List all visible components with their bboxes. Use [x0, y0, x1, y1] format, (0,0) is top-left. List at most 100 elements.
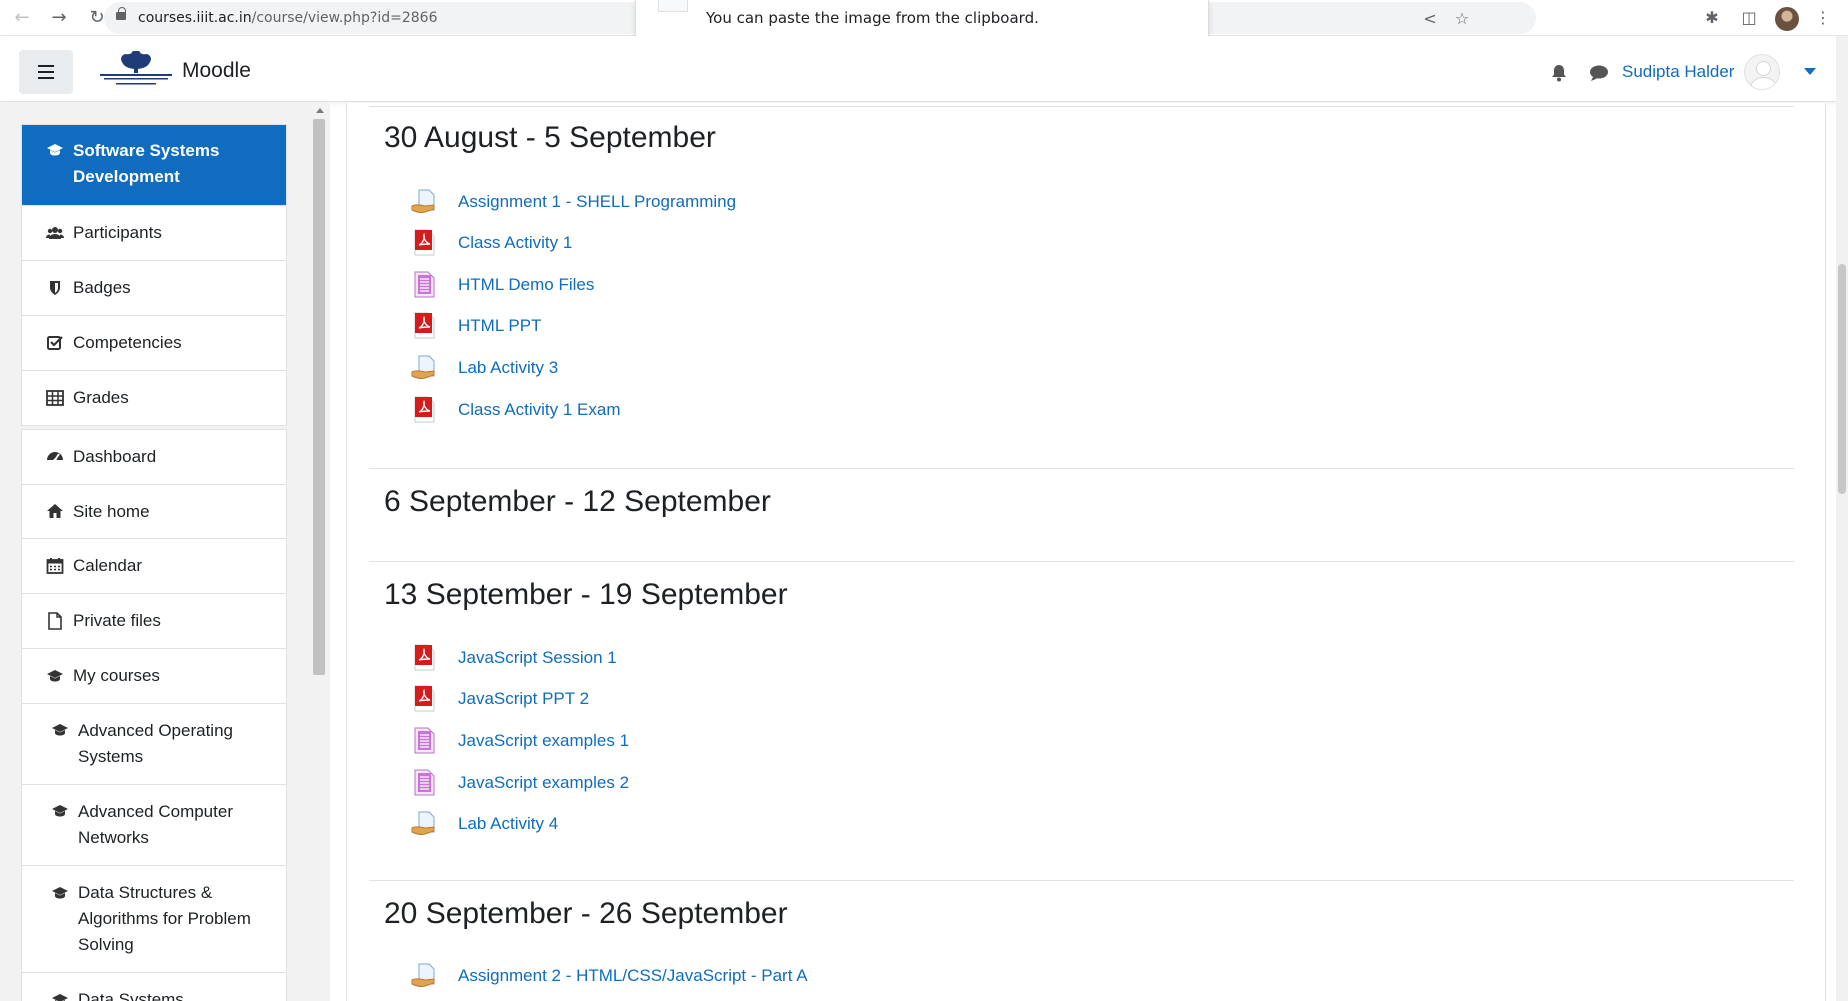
table-icon — [46, 389, 64, 407]
url-text[interactable]: courses.iiit.ac.in/course/view.php?id=28… — [138, 10, 438, 26]
nav-item-site-home[interactable]: Site home — [22, 485, 286, 539]
graduation-cap-icon — [51, 721, 69, 739]
check-square-icon — [46, 334, 64, 352]
activity-link[interactable]: Class Activity 1 Exam — [458, 400, 621, 420]
archive-icon — [414, 769, 435, 796]
nav-item-participants[interactable]: Participants — [22, 206, 286, 261]
nav-item-label: Grades — [73, 388, 129, 407]
activity-link[interactable]: JavaScript examples 1 — [458, 731, 629, 751]
extensions-puzzle-icon[interactable]: ✱ — [1701, 7, 1723, 29]
nav-drawer: Software Systems Development Participant… — [0, 103, 330, 1001]
share-icon[interactable]: < — [1420, 9, 1440, 29]
shield-icon — [46, 279, 64, 297]
activity-link[interactable]: HTML Demo Files — [458, 275, 594, 295]
url-host: courses.iiit.ac.in — [138, 10, 252, 26]
calendar-icon — [46, 557, 64, 575]
pdf-icon — [414, 312, 435, 339]
user-menu-name[interactable]: Sudipta Halder — [1622, 62, 1734, 82]
moodle-navbar: Moodle Sudipta Halder — [0, 36, 1836, 102]
drawer-scrollbar[interactable] — [312, 103, 326, 1001]
bookmark-star-icon[interactable]: ☆ — [1452, 9, 1472, 29]
home-icon — [46, 502, 64, 520]
nav-item-dashboard[interactable]: Dashboard — [22, 430, 286, 485]
course-section: 6 September - 12 September — [369, 468, 1794, 561]
nav-item-label: Participants — [73, 223, 162, 242]
chevron-down-icon[interactable] — [1804, 68, 1816, 75]
side-panel-icon[interactable]: ◫ — [1738, 7, 1760, 29]
graduation-cap-icon — [46, 667, 64, 685]
nav-item-badges[interactable]: Badges — [22, 261, 286, 316]
page-scrollbar[interactable] — [1836, 36, 1848, 1001]
site-nav-group: Dashboard Site home Calendar Private fil… — [21, 429, 287, 1001]
nav-item-calendar[interactable]: Calendar — [22, 539, 286, 594]
graduation-cap-icon — [51, 802, 69, 820]
archive-icon — [414, 727, 435, 754]
nav-item-competencies[interactable]: Competencies — [22, 316, 286, 371]
pdf-icon — [414, 229, 435, 256]
course-nav-group: Software Systems Development Participant… — [21, 124, 287, 426]
nav-item-advanced-computer-networks[interactable]: Advanced Computer Networks — [22, 785, 286, 866]
course-section: 30 August - 5 September Assignment 1 - S… — [369, 106, 1794, 468]
nav-item-advanced-operating-systems[interactable]: Advanced Operating Systems — [22, 704, 286, 785]
section-title: 13 September - 19 September — [384, 578, 788, 611]
activity-link[interactable]: JavaScript examples 2 — [458, 773, 629, 793]
archive-icon — [414, 271, 435, 298]
users-icon — [46, 224, 64, 242]
pdf-icon — [414, 685, 435, 712]
nav-item-label: Data Systems — [78, 990, 184, 1001]
nav-item-label: Software Systems Development — [73, 141, 220, 186]
assignment-icon — [411, 811, 435, 835]
nav-item-data-structures-algorithms[interactable]: Data Structures & Algorithms for Problem… — [22, 866, 286, 973]
activity-link[interactable]: Lab Activity 3 — [458, 358, 558, 378]
dashboard-icon — [46, 447, 64, 465]
file-icon — [46, 612, 64, 630]
activity-link[interactable]: JavaScript Session 1 — [458, 648, 617, 668]
user-avatar[interactable] — [1744, 54, 1780, 90]
nav-item-label: Badges — [73, 278, 131, 297]
course-content: 30 August - 5 September Assignment 1 - S… — [346, 103, 1826, 1001]
graduation-cap-icon — [46, 141, 64, 159]
site-name[interactable]: Moodle — [182, 59, 251, 83]
toast-message: You can paste the image from the clipboa… — [706, 9, 1039, 27]
drawer-toggle-button[interactable] — [19, 50, 73, 94]
browser-menu-icon[interactable]: ⋮ — [1812, 7, 1834, 29]
nav-item-label: Data Structures & Algorithms for Problem… — [78, 883, 251, 954]
graduation-cap-icon — [51, 884, 69, 902]
activity-link[interactable]: JavaScript PPT 2 — [458, 689, 589, 709]
back-arrow-icon[interactable]: ← — [11, 7, 33, 29]
nav-item-label: Site home — [73, 502, 150, 521]
assignment-icon — [411, 355, 435, 379]
nav-item-private-files[interactable]: Private files — [22, 594, 286, 649]
nav-item-label: Calendar — [73, 556, 142, 575]
assignment-icon — [411, 963, 435, 987]
nav-item-my-courses[interactable]: My courses — [22, 649, 286, 704]
nav-item-label: Competencies — [73, 333, 182, 352]
activity-link[interactable]: HTML PPT — [458, 316, 541, 336]
messages-bubble-icon[interactable] — [1588, 62, 1610, 84]
activity-link[interactable]: Lab Activity 4 — [458, 814, 558, 834]
nav-item-software-systems-development[interactable]: Software Systems Development — [22, 125, 286, 206]
activity-link[interactable]: Assignment 2 - HTML/CSS/JavaScript - Par… — [458, 966, 808, 986]
section-title: 30 August - 5 September — [384, 121, 716, 154]
nav-item-label: My courses — [73, 666, 160, 685]
browser-profile-avatar[interactable] — [1775, 7, 1799, 31]
drawer-scrollbar-thumb[interactable] — [313, 119, 325, 675]
pdf-icon — [414, 644, 435, 671]
course-section: 20 September - 26 September Assignment 2… — [369, 880, 1794, 1001]
nav-item-label: Advanced Operating Systems — [78, 721, 233, 766]
section-title: 20 September - 26 September — [384, 897, 788, 930]
scroll-up-arrow-icon[interactable] — [316, 108, 324, 113]
nav-item-data-systems[interactable]: Data Systems — [22, 973, 286, 1001]
notification-bell-icon[interactable] — [1548, 62, 1570, 84]
course-section: 13 September - 19 September JavaScript S… — [369, 561, 1794, 880]
iiit-logo[interactable] — [98, 51, 174, 89]
nav-item-label: Advanced Computer Networks — [78, 802, 233, 847]
assignment-icon — [411, 189, 435, 213]
nav-item-label: Dashboard — [73, 447, 157, 466]
activity-link[interactable]: Class Activity 1 — [458, 233, 572, 253]
forward-arrow-icon[interactable]: → — [48, 7, 70, 29]
nav-item-grades[interactable]: Grades — [22, 371, 286, 425]
page-scrollbar-thumb[interactable] — [1838, 264, 1846, 494]
pdf-icon — [414, 396, 435, 423]
activity-link[interactable]: Assignment 1 - SHELL Programming — [458, 192, 736, 212]
